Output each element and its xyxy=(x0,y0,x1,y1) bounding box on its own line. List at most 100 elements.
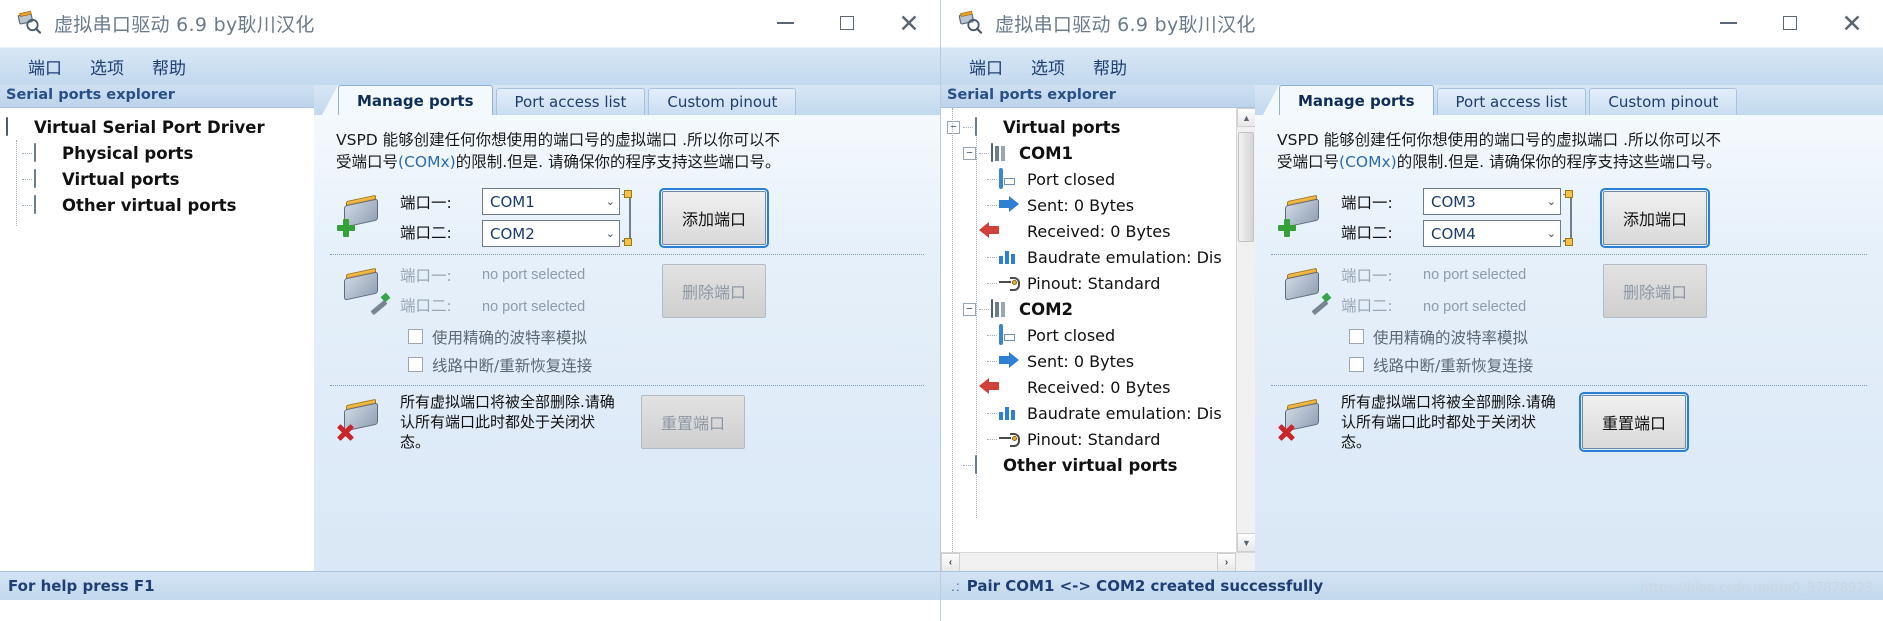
description-line-1: VSPD 能够创建任何你想使用的端口号的虚拟端口 .所以你可以不 xyxy=(1277,131,1722,149)
delete-port-button[interactable]: 删除端口 xyxy=(662,263,766,318)
scroll-right-button[interactable]: › xyxy=(1217,552,1236,572)
tree-item-baudrate[interactable]: Baudrate emulation: Dis xyxy=(941,400,1235,426)
tree-guide xyxy=(952,108,953,560)
delete-port1-label: 端口一: xyxy=(400,266,452,285)
tree-left[interactable]: Virtual Serial Port Driver Physical port… xyxy=(0,108,314,571)
tab-skew xyxy=(1263,85,1279,115)
tab-manage-ports[interactable]: Manage ports xyxy=(1279,85,1434,115)
tree-item-virtual-ports[interactable]: Virtual ports xyxy=(0,166,314,192)
menu-item-help[interactable]: 帮助 xyxy=(1079,51,1141,82)
tab-custom-pinout[interactable]: Custom pinout xyxy=(648,88,797,115)
tree-item-received[interactable]: Received: 0 Bytes xyxy=(941,374,1235,400)
port1-select[interactable]: COM1 ⌄ xyxy=(482,188,620,216)
tree-item-received[interactable]: Received: 0 Bytes xyxy=(941,218,1235,244)
tree-item-driver[interactable]: Virtual Serial Port Driver xyxy=(0,114,314,140)
tree-item-label: Virtual ports xyxy=(62,169,180,189)
checkbox-row-break[interactable]: 线路中断/重新恢复连接 xyxy=(1349,351,1861,379)
tree-connector xyxy=(979,152,989,154)
tree-item-port-closed[interactable]: Port closed xyxy=(941,322,1235,348)
tab-custom-pinout[interactable]: Custom pinout xyxy=(1589,88,1738,115)
collapse-icon[interactable]: − xyxy=(947,120,960,134)
window-title: 虚拟串口驱动 6.9 by耿川汉化 xyxy=(995,13,1256,36)
delete-port1-value: no port selected xyxy=(482,266,586,283)
add-port1-label: 端口一: xyxy=(400,193,452,212)
tree-item-pinout[interactable]: Pinout: Standard xyxy=(941,426,1235,452)
tree-item-baudrate[interactable]: Baudrate emulation: Dis xyxy=(941,244,1235,270)
tree-right[interactable]: − Virtual ports − COM1 Port closed Sent:… xyxy=(941,108,1255,571)
line-break-checkbox[interactable] xyxy=(408,357,423,373)
tab-manage-ports[interactable]: Manage ports xyxy=(338,85,493,115)
port-icon xyxy=(991,143,1013,162)
collapse-icon[interactable]: − xyxy=(963,146,976,160)
port-icon xyxy=(991,299,1013,318)
description-line-1: VSPD 能够创建任何你想使用的端口号的虚拟端口 .所以你可以不 xyxy=(336,131,781,149)
baudrate-emulation-checkbox[interactable] xyxy=(408,329,423,345)
tree-item-other-virtual-ports[interactable]: Other virtual ports xyxy=(0,192,314,218)
minimize-button[interactable] xyxy=(754,0,816,47)
scroll-left-button[interactable]: ‹ xyxy=(941,552,960,572)
status-grip-icon: .: xyxy=(951,578,961,594)
tree-connector xyxy=(22,204,32,206)
port2-select[interactable]: COM4 ⌄ xyxy=(1423,220,1561,248)
close-button[interactable]: ✕ xyxy=(1821,0,1883,47)
menu-item-ports[interactable]: 端口 xyxy=(955,51,1017,82)
menu-item-options[interactable]: 选项 xyxy=(1017,51,1079,82)
tree-connector xyxy=(979,308,989,310)
reset-ports-section: 所有虚拟端口将被全部删除.请确认所有端口此时都处于关闭状态。 重置端口 xyxy=(314,386,940,459)
tree-item-pinout[interactable]: Pinout: Standard xyxy=(941,270,1235,296)
tree-guide xyxy=(16,140,17,226)
add-port-button[interactable]: 添加端口 xyxy=(1600,187,1710,248)
tree-item-port-closed[interactable]: Port closed xyxy=(941,166,1235,192)
tree-item-sent[interactable]: Sent: 0 Bytes xyxy=(941,192,1235,218)
monitor-icon xyxy=(975,455,997,474)
port1-select[interactable]: COM3 ⌄ xyxy=(1423,188,1561,216)
reset-port-button[interactable]: 重置端口 xyxy=(1579,392,1689,453)
port2-select[interactable]: COM2 ⌄ xyxy=(482,220,620,248)
tab-port-access-list[interactable]: Port access list xyxy=(495,88,646,115)
close-button[interactable]: ✕ xyxy=(878,0,940,47)
tree-item-other-virtual-ports[interactable]: Other virtual ports xyxy=(941,452,1235,478)
maximize-button[interactable] xyxy=(1759,0,1821,47)
tree-horizontal-scrollbar[interactable]: ‹ › xyxy=(941,552,1255,572)
menu-item-ports[interactable]: 端口 xyxy=(14,51,76,82)
scroll-up-button[interactable]: ▲ xyxy=(1237,108,1256,127)
checkbox-row-baudrate[interactable]: 使用精确的波特率模拟 xyxy=(408,323,918,351)
add-port-icon xyxy=(336,192,392,244)
line-break-checkbox[interactable] xyxy=(1349,357,1364,373)
menu-item-help[interactable]: 帮助 xyxy=(138,51,200,82)
delete-port2-value: no port selected xyxy=(1423,298,1527,315)
tree-item-label: COM1 xyxy=(1019,143,1074,163)
add-port-button[interactable]: 添加端口 xyxy=(659,187,769,248)
scroll-thumb[interactable] xyxy=(1238,132,1254,242)
menubar-left: 端口 选项 帮助 xyxy=(0,47,940,85)
tree-item-label: Received: 0 Bytes xyxy=(1027,221,1171,241)
reset-port-icon xyxy=(336,396,392,448)
tree-item-com2[interactable]: − COM2 xyxy=(941,296,1235,322)
collapse-icon[interactable]: − xyxy=(963,302,976,316)
maximize-button[interactable] xyxy=(816,0,878,47)
baudrate-emulation-checkbox[interactable] xyxy=(1349,329,1364,345)
tree-vertical-scrollbar[interactable]: ▲ ▼ xyxy=(1236,108,1256,552)
add-port1-label: 端口一: xyxy=(1341,193,1393,212)
tree-connector xyxy=(963,126,973,128)
add-port2-label: 端口二: xyxy=(400,223,452,242)
checkbox-row-break[interactable]: 线路中断/重新恢复连接 xyxy=(408,351,918,379)
tree-item-sent[interactable]: Sent: 0 Bytes xyxy=(941,348,1235,374)
arrow-right-icon xyxy=(999,196,1021,214)
reset-port-button[interactable]: 重置端口 xyxy=(641,395,745,450)
delete-port-button[interactable]: 删除端口 xyxy=(1603,263,1707,318)
tab-port-access-list[interactable]: Port access list xyxy=(1436,88,1587,115)
menu-item-options[interactable]: 选项 xyxy=(76,51,138,82)
tree-item-virtual-ports[interactable]: − Virtual ports xyxy=(941,114,1235,140)
status-text-right: Pair COM1 <-> COM2 created successfully xyxy=(966,577,1324,595)
port1-value: COM3 xyxy=(1431,192,1476,211)
delete-port1-value: no port selected xyxy=(1423,266,1527,283)
tree-item-physical-ports[interactable]: Physical ports xyxy=(0,140,314,166)
body-right: Serial ports explorer − Virtual ports − xyxy=(941,85,1883,572)
checkbox-row-baudrate[interactable]: 使用精确的波特率模拟 xyxy=(1349,323,1861,351)
description-line-2: 受端口号(COMx)的限制.但是. 请确保你的程序支持这些端口号。 xyxy=(1277,151,1861,173)
reset-ports-section: 所有虚拟端口将被全部删除.请确认所有端口此时都处于关闭状态。 重置端口 xyxy=(1255,386,1883,459)
scroll-down-button[interactable]: ▼ xyxy=(1237,533,1256,552)
tree-item-com1[interactable]: − COM1 xyxy=(941,140,1235,166)
minimize-button[interactable] xyxy=(1697,0,1759,47)
